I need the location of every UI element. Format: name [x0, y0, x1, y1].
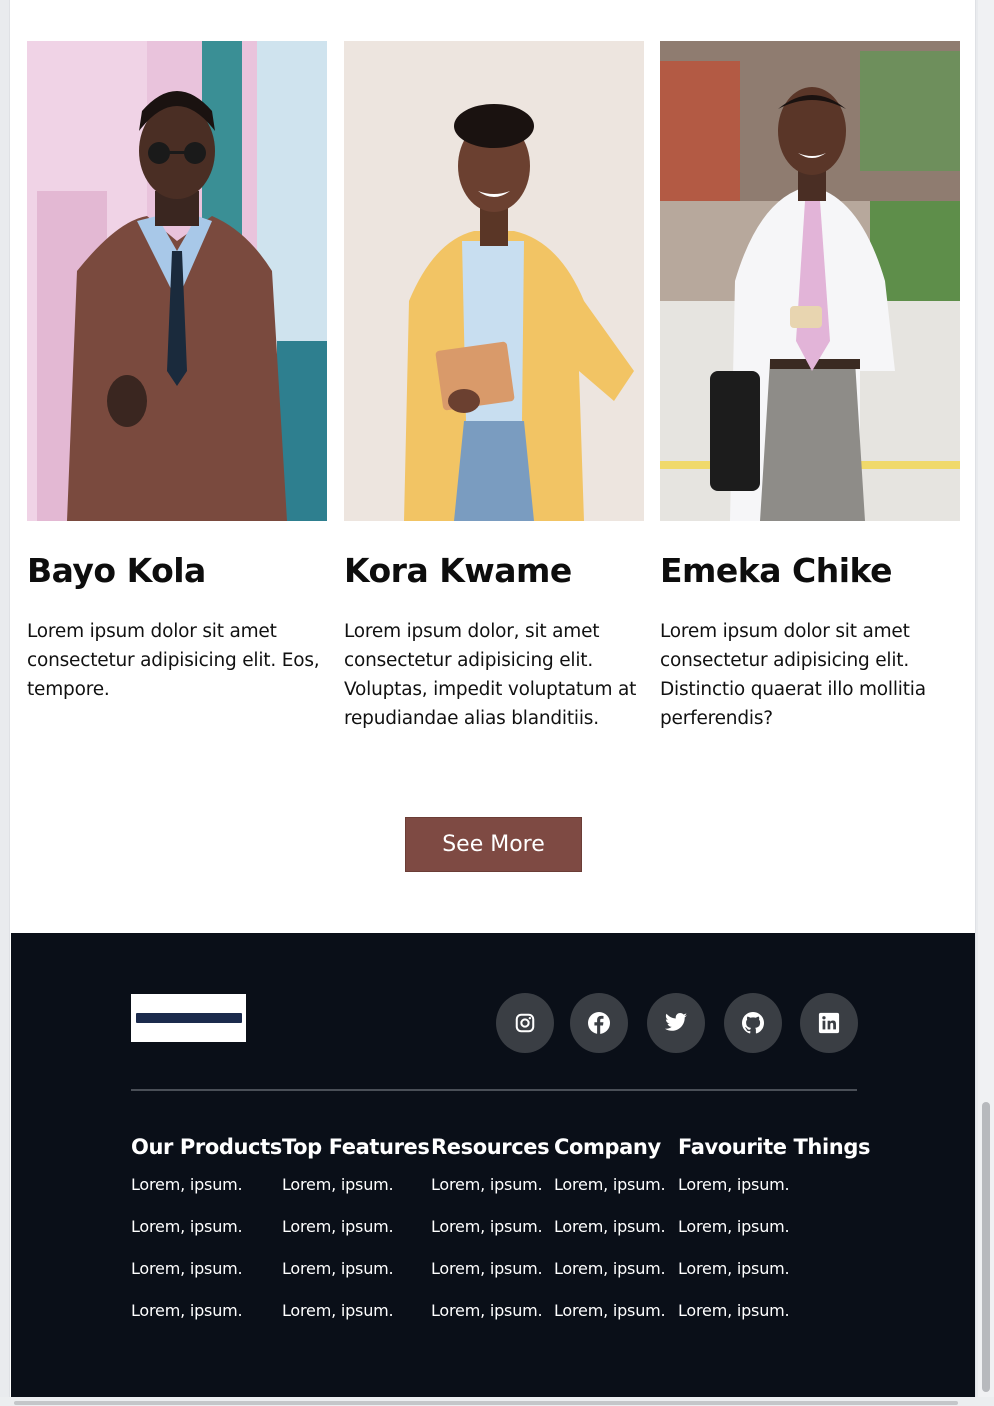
team-bio: Lorem ipsum dolor, sit amet consectetur … — [344, 621, 637, 729]
footer-link[interactable]: Lorem, ipsum. — [554, 1175, 666, 1217]
footer-link[interactable]: Lorem, ipsum. — [131, 1175, 282, 1217]
vertical-scrollbar-thumb[interactable] — [982, 1102, 990, 1392]
footer-link[interactable]: Lorem, ipsum. — [678, 1301, 870, 1343]
twitter-link[interactable] — [647, 993, 705, 1053]
team-name: Kora Kwame — [344, 551, 572, 590]
footer-column-title: Our Products — [131, 1135, 282, 1159]
footer-column-title: Company — [554, 1135, 661, 1159]
footer-divider — [131, 1089, 857, 1091]
linkedin-link[interactable] — [800, 993, 858, 1053]
team-card-emeka: Emeka Chike Lorem ipsum dolor sit amet c… — [660, 41, 960, 733]
footer-link[interactable]: Lorem, ipsum. — [678, 1259, 870, 1301]
team-card-bayo: Bayo Kola Lorem ipsum dolor sit amet con… — [27, 41, 327, 704]
footer-link[interactable]: Lorem, ipsum. — [131, 1217, 282, 1259]
team-name: Bayo Kola — [27, 551, 206, 590]
horizontal-scrollbar-thumb[interactable] — [14, 1401, 958, 1405]
footer-column-top-features: Top Features Lorem, ipsum. Lorem, ipsum.… — [282, 1133, 430, 1343]
facebook-icon — [588, 1012, 610, 1034]
footer-link[interactable]: Lorem, ipsum. — [282, 1217, 430, 1259]
twitter-icon — [665, 1013, 687, 1031]
instagram-icon — [515, 1013, 535, 1033]
logo-image — [135, 1013, 242, 1023]
footer-link[interactable]: Lorem, ipsum. — [678, 1175, 870, 1217]
team-photo-bayo — [27, 41, 327, 521]
see-more-button[interactable]: See More — [405, 817, 582, 872]
footer-link[interactable]: Lorem, ipsum. — [431, 1301, 549, 1343]
footer-link[interactable]: Lorem, ipsum. — [554, 1217, 666, 1259]
footer-link[interactable]: Lorem, ipsum. — [554, 1259, 666, 1301]
footer-link[interactable]: Lorem, ipsum. — [431, 1175, 549, 1217]
footer-link[interactable]: Lorem, ipsum. — [678, 1217, 870, 1259]
footer-link[interactable]: Lorem, ipsum. — [131, 1301, 282, 1343]
footer-column-title: Resources — [431, 1135, 550, 1159]
team-card-kora: Kora Kwame Lorem ipsum dolor, sit amet c… — [344, 41, 644, 733]
instagram-link[interactable] — [496, 993, 554, 1053]
team-bio: Lorem ipsum dolor sit amet consectetur a… — [660, 621, 926, 729]
footer-column-company: Company Lorem, ipsum. Lorem, ipsum. Lore… — [554, 1133, 666, 1343]
team-name: Emeka Chike — [660, 551, 892, 590]
github-icon — [742, 1012, 764, 1034]
footer-link[interactable]: Lorem, ipsum. — [554, 1301, 666, 1343]
footer-link[interactable]: Lorem, ipsum. — [431, 1217, 549, 1259]
footer-link[interactable]: Lorem, ipsum. — [282, 1259, 430, 1301]
team-bio: Lorem ipsum dolor sit amet consectetur a… — [27, 621, 320, 700]
footer-column-our-products: Our Products Lorem, ipsum. Lorem, ipsum.… — [131, 1133, 282, 1343]
team-photo-emeka — [660, 41, 960, 521]
team-photo-kora — [344, 41, 644, 521]
footer-column-resources: Resources Lorem, ipsum. Lorem, ipsum. Lo… — [431, 1133, 550, 1343]
footer-column-favourite-things: Favourite Things Lorem, ipsum. Lorem, ip… — [678, 1133, 870, 1343]
footer-column-title: Top Features — [282, 1135, 430, 1159]
footer-link[interactable]: Lorem, ipsum. — [131, 1259, 282, 1301]
github-link[interactable] — [724, 993, 782, 1053]
linkedin-icon — [818, 1012, 840, 1034]
footer-column-title: Favourite Things — [678, 1135, 871, 1159]
footer-link[interactable]: Lorem, ipsum. — [282, 1175, 430, 1217]
page-content: Bayo Kola Lorem ipsum dolor sit amet con… — [9, 0, 976, 1397]
footer-link[interactable]: Lorem, ipsum. — [282, 1301, 430, 1343]
facebook-link[interactable] — [570, 993, 628, 1053]
footer-link[interactable]: Lorem, ipsum. — [431, 1259, 549, 1301]
footer-logo[interactable] — [131, 994, 246, 1042]
footer: Our Products Lorem, ipsum. Lorem, ipsum.… — [11, 933, 975, 1397]
